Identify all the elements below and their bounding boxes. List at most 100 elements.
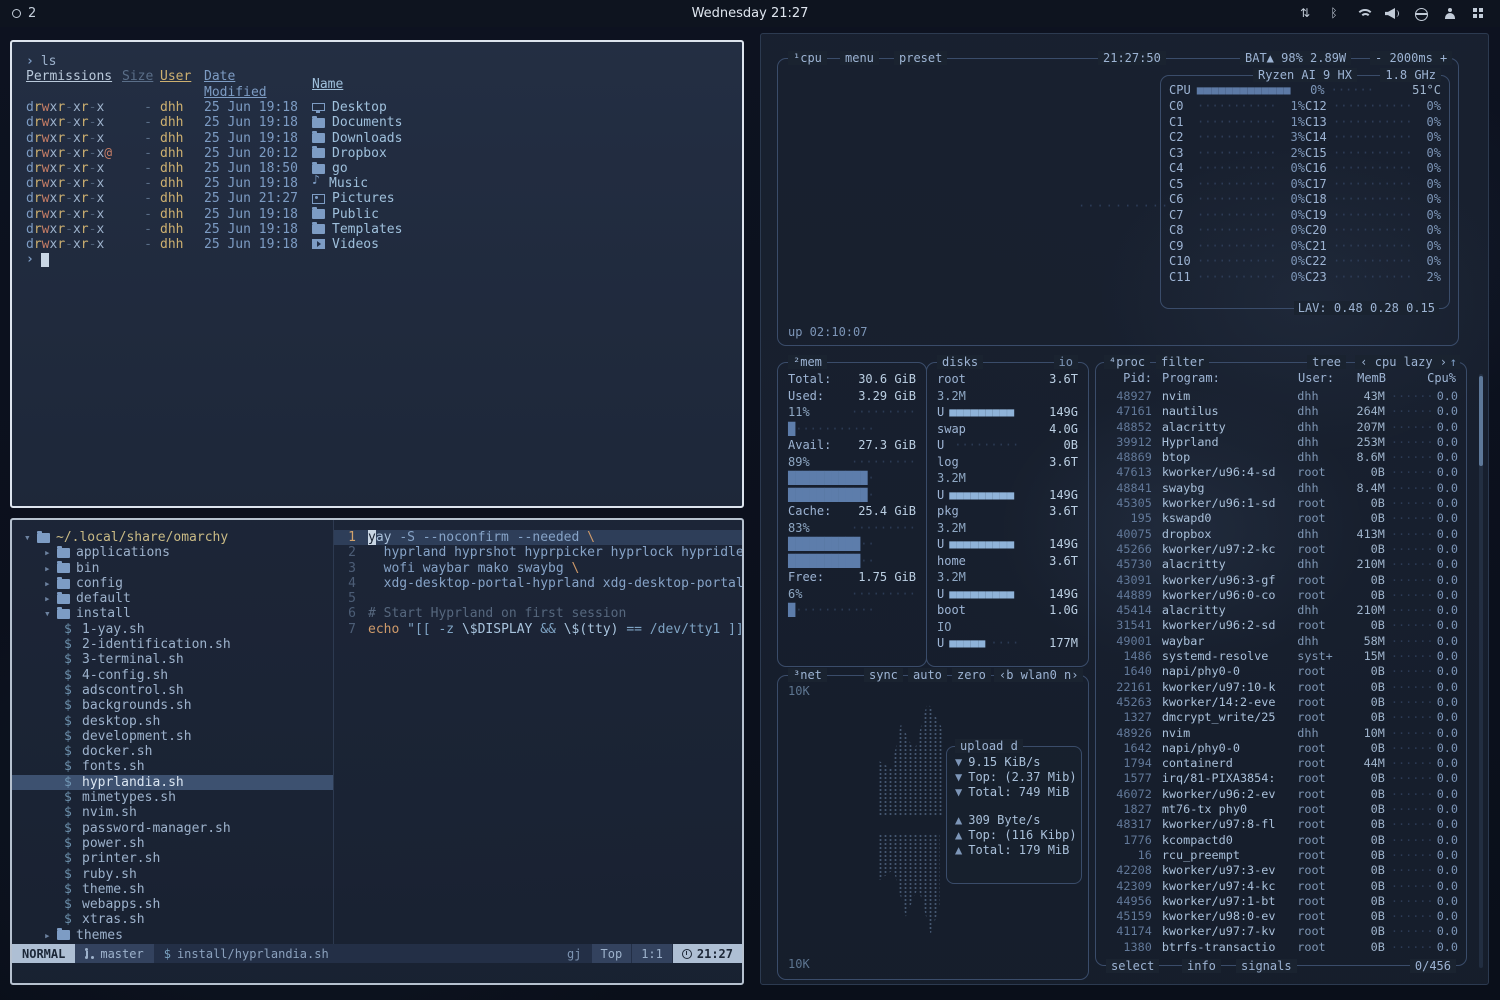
process-row[interactable]: 45414alacrittydhh210M······0.0 [1106, 603, 1458, 618]
editor-pane[interactable]: 1yay -S --noconfirm --needed \2 hyprland… [334, 520, 742, 944]
process-row[interactable]: 1827mt76-tx phy0root0B······0.0 [1106, 802, 1458, 817]
tree-item-docker-sh[interactable]: $docker.sh [12, 744, 333, 759]
update-interval-control[interactable]: - 2000ms + [1370, 51, 1452, 65]
tree-item-backgrounds-sh[interactable]: $backgrounds.sh [12, 698, 333, 713]
tree-item-printer-sh[interactable]: $printer.sh [12, 851, 333, 866]
code-line[interactable]: 7echo "[[ -z \$DISPLAY && \$(tty) == /de… [334, 622, 742, 637]
command-line-area[interactable] [12, 963, 742, 983]
tree-toggle[interactable]: tree [1307, 355, 1346, 369]
code-line[interactable]: 6# Start Hyprland on first session [334, 606, 742, 621]
tree-item-mimetypes-sh[interactable]: $mimetypes.sh [12, 790, 333, 805]
volume-icon[interactable] [1385, 7, 1399, 20]
tree-item-4-config-sh[interactable]: $4-config.sh [12, 668, 333, 683]
process-row[interactable]: 44889kworker/u96:0-coroot0B······0.0 [1106, 588, 1458, 603]
process-row[interactable]: 46072kworker/u96:2-evroot0B······0.0 [1106, 787, 1458, 802]
process-row[interactable]: 45263kworker/14:2-everoot0B······0.0 [1106, 695, 1458, 710]
scroll-up-arrow[interactable]: ↑ [1447, 355, 1460, 369]
menu-button[interactable]: menu [840, 51, 879, 65]
tree-item-theme-sh[interactable]: $theme.sh [12, 882, 333, 897]
tree-item-bin[interactable]: ▸bin [12, 561, 333, 576]
tree-item-2-identification-sh[interactable]: $2-identification.sh [12, 637, 333, 652]
process-row[interactable]: 195kswapd0root0B······0.0 [1106, 511, 1458, 526]
process-row[interactable]: 1577irq/81-PIXA3854:root0B······0.0 [1106, 771, 1458, 786]
net-interface-switcher[interactable]: ‹b wlan0 n› [994, 668, 1083, 682]
process-row[interactable]: 41174kworker/u97:7-kvroot0B······0.0 [1106, 924, 1458, 939]
globe-icon[interactable] [1414, 7, 1428, 20]
process-row[interactable]: 48869btopdhh8.6M······0.0 [1106, 450, 1458, 465]
process-row[interactable]: 43091kworker/u96:3-gfroot0B······0.0 [1106, 573, 1458, 588]
tree-item-nvim-sh[interactable]: $nvim.sh [12, 805, 333, 820]
tree-item-default[interactable]: ▸default [12, 591, 333, 606]
tree-item-3-terminal-sh[interactable]: $3-terminal.sh [12, 652, 333, 667]
code-line[interactable]: 2 hyprland hyprshot hyprpicker hyprlock … [334, 545, 742, 560]
header-program[interactable]: Program: [1152, 371, 1298, 385]
process-row[interactable]: 45159kworker/u98:0-evroot0B······0.0 [1106, 909, 1458, 924]
process-row[interactable]: 1642napi/phy0-0root0B······0.0 [1106, 741, 1458, 756]
process-row[interactable]: 16rcu_preemptroot0B······0.0 [1106, 848, 1458, 863]
tree-item-hyprlandia-sh[interactable]: $hyprlandia.sh [12, 775, 333, 790]
tree-item-xtras-sh[interactable]: $xtras.sh [12, 912, 333, 927]
process-row[interactable]: 48317kworker/u97:8-flroot0B······0.0 [1106, 817, 1458, 832]
tree-item-password-manager-sh[interactable]: $password-manager.sh [12, 821, 333, 836]
process-row[interactable]: 48841swaybgdhh8.4M······0.0 [1106, 481, 1458, 496]
process-row[interactable]: 22161kworker/u97:10-kroot0B······0.0 [1106, 680, 1458, 695]
process-row[interactable]: 45266kworker/u97:2-kcroot0B······0.0 [1106, 542, 1458, 557]
terminal-input-line[interactable]: › [26, 252, 728, 267]
tree-root[interactable]: ▾ ~/.local/share/omarchy [12, 530, 333, 545]
process-row[interactable]: 1327dmcrypt_write/25root0B······0.0 [1106, 710, 1458, 725]
tree-item-desktop-sh[interactable]: $desktop.sh [12, 714, 333, 729]
select-control[interactable]: select [1106, 959, 1159, 973]
header-pid[interactable]: Pid: [1106, 371, 1152, 385]
process-row[interactable]: 1794containerdroot44M······0.0 [1106, 756, 1458, 771]
tree-item-webapps-sh[interactable]: $webapps.sh [12, 897, 333, 912]
header-user[interactable]: User: [1298, 371, 1348, 385]
preset-button[interactable]: preset [894, 51, 947, 65]
process-row[interactable]: 39912Hyprlanddhh253M······0.0 [1106, 435, 1458, 450]
header-cpu[interactable]: Cpu% [1427, 371, 1456, 385]
tree-item-development-sh[interactable]: $development.sh [12, 729, 333, 744]
net-auto-toggle[interactable]: auto [908, 668, 947, 682]
info-control[interactable]: info [1182, 959, 1221, 973]
tree-item-install[interactable]: ▾install [12, 606, 333, 621]
process-scrollbar[interactable] [1479, 374, 1483, 968]
process-row[interactable]: 49001waybardhh58M······0.0 [1106, 634, 1458, 649]
process-row[interactable]: 1486systemd-resolvesyst+15M······0.0 [1106, 649, 1458, 664]
filter-button[interactable]: filter [1156, 355, 1209, 369]
process-row[interactable]: 45730alacrittydhh210M······0.0 [1106, 557, 1458, 572]
updates-icon[interactable] [1298, 7, 1312, 20]
tree-item-ruby-sh[interactable]: $ruby.sh [12, 867, 333, 882]
tree-item-config[interactable]: ▸config [12, 576, 333, 591]
tree-item-applications[interactable]: ▸applications [12, 545, 333, 560]
process-row[interactable]: 42208kworker/u97:3-evroot0B······0.0 [1106, 863, 1458, 878]
net-sync-toggle[interactable]: sync [864, 668, 903, 682]
io-toggle[interactable]: io [1054, 355, 1078, 369]
process-row[interactable]: 48852alacrittydhh207M······0.0 [1106, 420, 1458, 435]
code-line[interactable]: 4 xdg-desktop-portal-hyprland xdg-deskto… [334, 576, 742, 591]
workspace-indicator[interactable]: 2 [0, 6, 36, 21]
process-row[interactable]: 45305kworker/u96:1-sdroot0B······0.0 [1106, 496, 1458, 511]
tree-item-fonts-sh[interactable]: $fonts.sh [12, 759, 333, 774]
sort-selector[interactable]: ‹ cpu lazy › [1355, 355, 1452, 369]
header-memory[interactable]: MemB [1348, 371, 1386, 385]
net-zero-toggle[interactable]: zero [952, 668, 991, 682]
bluetooth-icon[interactable] [1327, 7, 1341, 20]
tree-item-1-yay-sh[interactable]: $1-yay.sh [12, 622, 333, 637]
code-line[interactable]: 5 [334, 591, 742, 606]
process-row[interactable]: 1776kcompactd0root0B······0.0 [1106, 833, 1458, 848]
wifi-icon[interactable] [1356, 7, 1370, 20]
process-row[interactable]: 48927nvimdhh43M······0.0 [1106, 389, 1458, 404]
signals-control[interactable]: signals [1236, 959, 1297, 973]
process-row[interactable]: 44956kworker/u97:1-btroot0B······0.0 [1106, 894, 1458, 909]
user-icon[interactable] [1443, 7, 1457, 20]
tree-item-themes[interactable]: ▸themes [12, 928, 333, 943]
process-row[interactable]: 40075dropboxdhh413M······0.0 [1106, 527, 1458, 542]
process-row[interactable]: 1380btrfs-transactioroot0B······0.0 [1106, 940, 1458, 955]
code-line[interactable]: 3 wofi waybar mako swaybg \ [334, 561, 742, 576]
process-row[interactable]: 47161nautilusdhh264M······0.0 [1106, 404, 1458, 419]
process-row[interactable]: 1640napi/phy0-0root0B······0.0 [1106, 664, 1458, 679]
tree-item-power-sh[interactable]: $power.sh [12, 836, 333, 851]
process-row[interactable]: 48926nvimdhh10M······0.0 [1106, 726, 1458, 741]
apps-icon[interactable] [1472, 7, 1486, 20]
code-line[interactable]: 1yay -S --noconfirm --needed \ [334, 530, 742, 545]
process-row[interactable]: 42309kworker/u97:4-kcroot0B······0.0 [1106, 879, 1458, 894]
